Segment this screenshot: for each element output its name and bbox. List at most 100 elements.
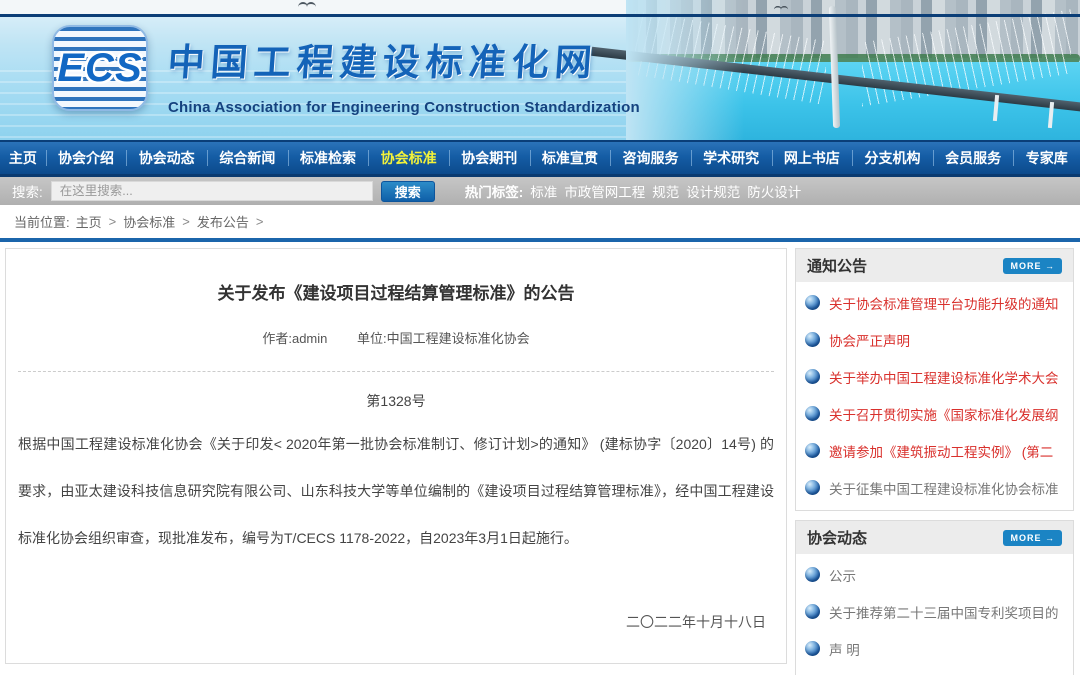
globe-icon (805, 295, 820, 310)
site-subtitle: China Association for Engineering Constr… (168, 99, 640, 116)
news-panel-header: 协会动态 MORE → (796, 521, 1073, 554)
nav-item-experts[interactable]: 专家库 (1013, 142, 1080, 174)
article-author: 作者:admin (262, 331, 327, 346)
notices-more-button[interactable]: MORE → (1003, 258, 1062, 274)
article-panel: 关于发布《建设项目过程结算管理标准》的公告 作者:admin 单位:中国工程建设… (5, 248, 787, 664)
breadcrumb-standards[interactable]: 协会标准 (123, 212, 175, 231)
bridge-pier (1048, 102, 1054, 128)
bridge-cables-right (862, 9, 1071, 106)
nav-item-consulting[interactable]: 咨询服务 (610, 142, 691, 174)
site-title: 中国工程建设标准化网 (166, 32, 642, 86)
nav-item-association-news[interactable]: 协会动态 (126, 142, 207, 174)
site-logo[interactable]: ECS (52, 25, 148, 111)
nav-item-standard-promotion[interactable]: 标准宣贯 (530, 142, 611, 174)
notice-link[interactable]: 邀请参加《建筑振动工程实例》 (第二 (829, 441, 1053, 461)
breadcrumb: 当前位置: 主页 > 协会标准 > 发布公告 > (0, 205, 1080, 238)
globe-icon (805, 406, 820, 421)
globe-icon (805, 443, 820, 458)
logo-text: ECS (57, 46, 142, 91)
article-date: 二〇二二年十月十八日 (18, 612, 774, 632)
bridge-pier (993, 95, 999, 121)
nav-item-association-standards[interactable]: 协会标准 (368, 142, 449, 174)
nav-item-membership[interactable]: 会员服务 (933, 142, 1014, 174)
notices-panel: 通知公告 MORE → 关于协会标准管理平台功能升级的通知 协会严正声明 关于举… (795, 248, 1074, 511)
breadcrumb-label: 当前位置: (14, 212, 70, 231)
notice-link[interactable]: 关于协会标准管理平台功能升级的通知 (829, 293, 1059, 313)
notice-link[interactable]: 关于举办中国工程建设标准化学术大会 (829, 367, 1059, 387)
news-more-button[interactable]: MORE → (1003, 530, 1062, 546)
search-label: 搜索: (12, 181, 43, 201)
banner-bridge-scene (626, 0, 1080, 140)
article-body: 根据中国工程建设标准化协会《关于印发< 2020年第一批协会标准制订、修订计划>… (18, 421, 774, 562)
news-list: 公示 关于推荐第二十三届中国专利奖项目的 声 明 关于推荐第二十二届中国专利奖项… (796, 554, 1073, 675)
article-unit: 单位:中国工程建设标准化协会 (357, 331, 530, 346)
notices-panel-header: 通知公告 MORE → (796, 249, 1073, 282)
search-button[interactable]: 搜索 (381, 181, 435, 202)
hot-tag[interactable]: 规范 (652, 181, 679, 201)
site-banner: ECS 中国工程建设标准化网 China Association for Eng… (0, 0, 1080, 140)
bridge-cables-left (635, 11, 826, 105)
seagull-icon (774, 6, 788, 13)
list-item: 公示 (805, 556, 1064, 593)
news-title: 协会动态 (807, 527, 867, 548)
banner-top-rule (0, 14, 1080, 17)
notices-list: 关于协会标准管理平台功能升级的通知 协会严正声明 关于举办中国工程建设标准化学术… (796, 282, 1073, 510)
sea-water (626, 62, 1080, 140)
nav-item-branches[interactable]: 分支机构 (852, 142, 933, 174)
search-input[interactable] (51, 181, 373, 201)
nav-item-journal[interactable]: 协会期刊 (449, 142, 530, 174)
hot-tag[interactable]: 市政管网工程 (564, 181, 645, 201)
globe-icon (805, 567, 820, 582)
nav-item-academic-research[interactable]: 学术研究 (691, 142, 772, 174)
list-item: 关于举办中国工程建设标准化学术大会 (805, 358, 1064, 395)
nav-item-standard-search[interactable]: 标准检索 (288, 142, 369, 174)
article-title: 关于发布《建设项目过程结算管理标准》的公告 (18, 279, 774, 304)
shore-greenery (626, 54, 1080, 63)
list-item: 邀请参加《建筑振动工程实例》 (第二 (805, 432, 1064, 469)
nav-item-general-news[interactable]: 综合新闻 (207, 142, 288, 174)
city-skyline (626, 0, 1080, 58)
bridge-pylon (828, 6, 839, 128)
globe-icon (805, 641, 820, 656)
globe-icon (805, 480, 820, 495)
hot-tag[interactable]: 防火设计 (747, 181, 801, 201)
main-nav: 主页 协会介绍 协会动态 综合新闻 标准检索 协会标准 协会期刊 标准宣贯 咨询… (0, 140, 1080, 177)
notice-link[interactable]: 关于征集中国工程建设标准化协会标准 (829, 478, 1059, 498)
breadcrumb-announcements[interactable]: 发布公告 (197, 212, 249, 231)
notice-link[interactable]: 关于召开贯彻实施《国家标准化发展纲 (829, 404, 1059, 424)
article-meta: 作者:admin 单位:中国工程建设标准化协会 (18, 328, 774, 347)
breadcrumb-separator: > (109, 214, 117, 229)
list-item: 关于协会标准管理平台功能升级的通知 (805, 284, 1064, 321)
list-item: 声 明 (805, 630, 1064, 667)
breadcrumb-separator: > (182, 214, 190, 229)
globe-icon (805, 604, 820, 619)
notice-link[interactable]: 协会严正声明 (829, 330, 910, 350)
news-link[interactable]: 公示 (829, 565, 856, 585)
content-area: 关于发布《建设项目过程结算管理标准》的公告 作者:admin 单位:中国工程建设… (0, 242, 1080, 675)
nav-item-about[interactable]: 协会介绍 (46, 142, 127, 174)
news-link[interactable]: 声 明 (829, 639, 860, 659)
breadcrumb-home[interactable]: 主页 (76, 212, 102, 231)
site-titles: 中国工程建设标准化网 China Association for Enginee… (168, 32, 640, 116)
seagull-icon (298, 2, 316, 11)
article-divider (18, 371, 774, 372)
list-item: 关于推荐第二十三届中国专利奖项目的 (805, 593, 1064, 630)
breadcrumb-separator: > (256, 214, 264, 229)
article-doc-number: 第1328号 (18, 391, 774, 411)
notices-title: 通知公告 (807, 255, 867, 276)
list-item: 协会严正声明 (805, 321, 1064, 358)
bridge-deck (591, 47, 1080, 114)
hot-tag[interactable]: 标准 (530, 181, 557, 201)
news-link[interactable]: 关于推荐第二十三届中国专利奖项目的 (829, 602, 1059, 622)
nav-item-bookstore[interactable]: 网上书店 (772, 142, 853, 174)
list-item: 关于召开贯彻实施《国家标准化发展纲 (805, 395, 1064, 432)
list-item: 关于推荐第二十二届中国专利奖项目的 (805, 667, 1064, 675)
sidebar: 通知公告 MORE → 关于协会标准管理平台功能升级的通知 协会严正声明 关于举… (795, 248, 1074, 675)
globe-icon (805, 332, 820, 347)
news-panel: 协会动态 MORE → 公示 关于推荐第二十三届中国专利奖项目的 声 明 (795, 520, 1074, 675)
list-item: 关于征集中国工程建设标准化协会标准 (805, 469, 1064, 506)
globe-icon (805, 369, 820, 384)
page: ECS 中国工程建设标准化网 China Association for Eng… (0, 0, 1080, 675)
hot-tag[interactable]: 设计规范 (686, 181, 740, 201)
nav-item-home[interactable]: 主页 (0, 142, 46, 174)
